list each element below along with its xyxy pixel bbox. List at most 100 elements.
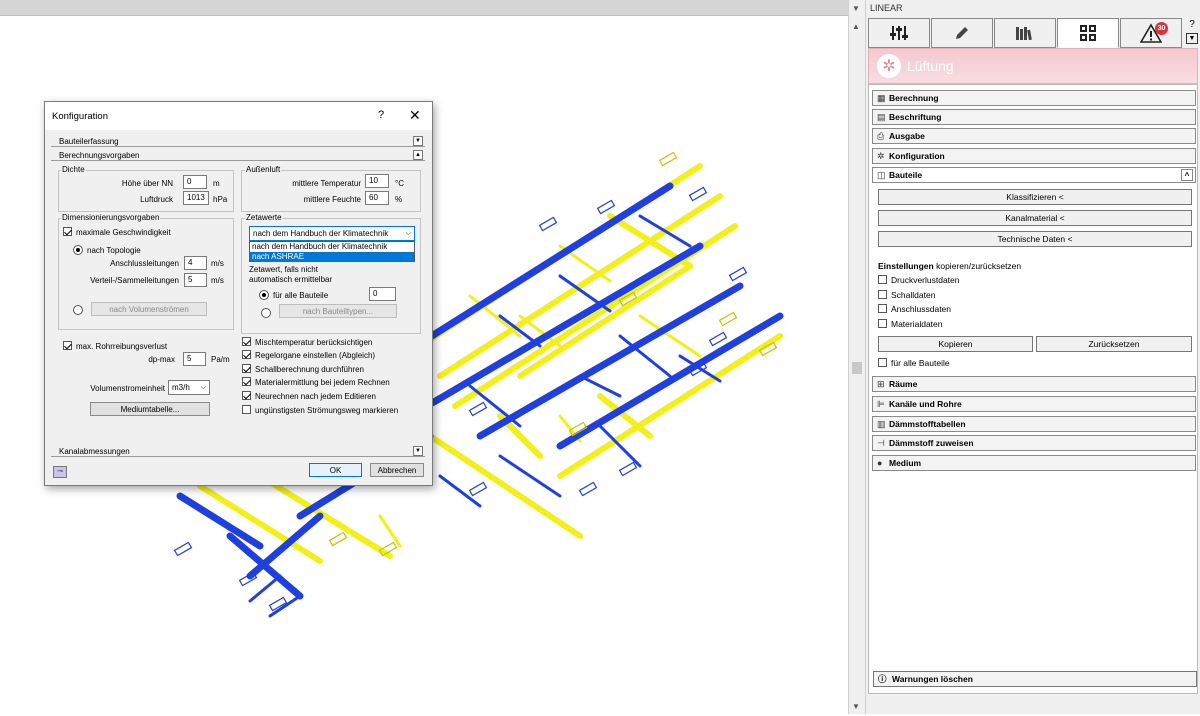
printer-icon: ⎙ xyxy=(877,130,885,141)
section-bauteilerfassung[interactable]: Bauteilerfassung ▼ xyxy=(51,136,425,147)
hoehe-input[interactable]: 0 xyxy=(183,175,207,189)
check-anschlussdaten[interactable]: Anschlussdaten xyxy=(878,304,951,314)
section-medium[interactable]: ● Medium xyxy=(872,455,1196,471)
checkbox[interactable] xyxy=(242,377,251,386)
chevron-up-icon[interactable]: ^ xyxy=(1181,169,1193,181)
luftdruck-input[interactable]: 1013 xyxy=(183,191,209,205)
check-fuer-alle-bauteile[interactable]: für alle Bauteile xyxy=(878,358,950,368)
luftdruck-label: Luftdruck xyxy=(140,195,173,204)
checkbox[interactable] xyxy=(242,391,251,400)
check-mischtemperatur[interactable]: Mischtemperatur berücksichtigen xyxy=(242,337,372,347)
volumeneinheit-select[interactable]: m3/h ⌵ xyxy=(168,380,210,395)
aussenluft-group xyxy=(241,170,421,212)
collapse-arrow-icon[interactable]: ▼ xyxy=(852,4,860,13)
zeta-option-handbuch[interactable]: nach dem Handbuch der Klimatechnik xyxy=(250,242,414,252)
top-toolbar xyxy=(0,0,848,16)
dpmax-input[interactable]: 5 xyxy=(183,352,206,366)
checkbox[interactable] xyxy=(63,227,72,236)
checkbox[interactable] xyxy=(878,275,887,284)
dpmax-unit: Pa/m xyxy=(211,355,230,364)
kanalmaterial-button[interactable]: Kanalmaterial < xyxy=(878,210,1192,226)
kopieren-button[interactable]: Kopieren xyxy=(878,336,1033,352)
section-ausgabe[interactable]: ⎙ Ausgabe xyxy=(872,128,1196,144)
dialog-titlebar: Konfiguration ? ✕ xyxy=(45,102,432,130)
linear-panel: LINEAR 30 ? ▼ ✲ Lüftung ▦ Berechnung ▤ Bes… xyxy=(866,0,1200,714)
radio[interactable] xyxy=(73,245,83,255)
section-kanaele-und-rohre[interactable]: ⊫ Kanäle und Rohre xyxy=(872,396,1196,412)
help-icon[interactable]: ? xyxy=(1186,18,1198,31)
check-neurechnen[interactable]: Neurechnen nach jedem Editieren xyxy=(242,391,376,401)
chevron-down-icon[interactable]: ▼ xyxy=(413,446,423,456)
check-schalldaten[interactable]: Schalldaten xyxy=(878,290,935,300)
nach-bauteiltypen-button[interactable]: nach Bauteiltypen... xyxy=(279,304,397,318)
radio-alle-bauteile[interactable]: für alle Bauteile xyxy=(259,290,328,300)
dialog-help-button[interactable]: ? xyxy=(378,109,384,121)
section-konfiguration[interactable]: ✲ Konfiguration xyxy=(872,148,1196,164)
pin-icon[interactable]: ⊸ xyxy=(53,466,67,478)
ok-button[interactable]: OK xyxy=(309,463,362,477)
check-rohrreibung[interactable]: max. Rohrreibungsverlust xyxy=(63,341,167,351)
help-column: ? ▼ xyxy=(1186,18,1198,44)
checkbox[interactable] xyxy=(242,337,251,346)
radio-topologie[interactable]: nach Topologie xyxy=(73,245,141,255)
zuruecksetzen-button[interactable]: Zurücksetzen xyxy=(1036,336,1192,352)
technische-daten-button[interactable]: Technische Daten < xyxy=(878,231,1192,247)
verteil-input[interactable]: 5 xyxy=(184,273,207,287)
dichte-label: Dichte xyxy=(61,165,86,174)
dialog-close-button[interactable]: ✕ xyxy=(409,107,421,124)
tab-settings[interactable] xyxy=(868,18,930,48)
zeta-text-1: Zetawert, falls nicht xyxy=(249,265,318,274)
scroll-down-icon[interactable]: ▼ xyxy=(852,702,860,711)
dpmax-label: dp-max xyxy=(148,355,175,364)
section-raeume[interactable]: ⊞ Räume xyxy=(872,376,1196,392)
scroll-up-icon[interactable]: ▲ xyxy=(852,22,860,31)
check-materialdaten[interactable]: Materialdaten xyxy=(878,319,943,329)
klassifizieren-button[interactable]: Klassifizieren < xyxy=(878,189,1192,205)
warnungen-loeschen-button[interactable]: ⓘ Warnungen löschen xyxy=(873,671,1197,687)
checkbox[interactable] xyxy=(878,358,887,367)
zeta-option-ashrae[interactable]: nach ASHRAE xyxy=(250,252,414,262)
mediumtabelle-button[interactable]: Mediumtabelle... xyxy=(90,402,210,416)
section-daemmstoff-zuweisen[interactable]: ⊣ Dämmstoff zuweisen xyxy=(872,435,1196,451)
check-regelorgane[interactable]: Regelorgane einstellen (Abgleich) xyxy=(242,350,375,360)
zeta-alle-input[interactable]: 0 xyxy=(369,287,396,301)
nach-volumenstroemen-button[interactable]: nach Volumenströmen xyxy=(91,302,207,316)
dropdown-toggle-icon[interactable]: ▼ xyxy=(1186,33,1198,44)
check-materialermittlung[interactable]: Materialermittlung bei jedem Rechnen xyxy=(242,377,390,387)
anschluss-input[interactable]: 4 xyxy=(184,256,207,270)
feuchte-input[interactable]: 60 xyxy=(365,191,389,205)
checkbox[interactable] xyxy=(242,364,251,373)
ventilation-header: ✲ Lüftung xyxy=(868,48,1198,84)
check-stroemungsweg[interactable]: ungünstigsten Strömungsweg markieren xyxy=(242,405,398,415)
section-daemmstofftabellen[interactable]: ▥ Dämmstofftabellen xyxy=(872,416,1196,432)
abbrechen-button[interactable]: Abbrechen xyxy=(370,463,424,477)
radio[interactable] xyxy=(259,290,269,300)
zetawerte-select[interactable]: nach dem Handbuch der Klimatechnik ⌵ xyxy=(249,226,415,241)
section-berechnung[interactable]: ▦ Berechnung xyxy=(872,90,1196,106)
section-berechnungsvorgaben[interactable]: Berechnungsvorgaben ▲ xyxy=(51,150,425,161)
radio-bauteiltypen[interactable] xyxy=(261,308,271,318)
chevron-down-icon[interactable]: ▼ xyxy=(413,136,423,146)
checkbox[interactable] xyxy=(878,319,887,328)
chevron-up-icon[interactable]: ▲ xyxy=(413,150,423,160)
panel-splitter[interactable]: ▼ ▲ ▼ xyxy=(848,0,866,714)
check-schallberechnung[interactable]: Schallberechnung durchführen xyxy=(242,364,364,374)
check-druckverlustdaten[interactable]: Druckverlustdaten xyxy=(878,275,960,285)
tab-components[interactable] xyxy=(1057,18,1119,48)
checkbox[interactable] xyxy=(878,290,887,299)
checkbox[interactable] xyxy=(242,405,251,414)
check-max-geschwindigkeit[interactable]: maximale Geschwindigkeit xyxy=(63,227,171,237)
tab-library[interactable] xyxy=(994,18,1056,48)
tab-warnings[interactable]: 30 xyxy=(1120,18,1182,48)
tab-edit[interactable] xyxy=(931,18,993,48)
section-bauteile[interactable]: ◫ Bauteile ^ xyxy=(872,167,1196,183)
checkbox[interactable] xyxy=(878,304,887,313)
section-beschriftung[interactable]: ▤ Beschriftung xyxy=(872,109,1196,125)
radio-volumenstroeme[interactable] xyxy=(73,305,83,315)
temperatur-input[interactable]: 10 xyxy=(365,174,389,188)
anschluss-label: Anschlussleitungen xyxy=(110,259,179,268)
section-kanalabmessungen[interactable]: Kanalabmessungen ▼ xyxy=(51,446,425,457)
checkbox[interactable] xyxy=(63,341,72,350)
splitter-grip[interactable] xyxy=(852,362,862,374)
checkbox[interactable] xyxy=(242,350,251,359)
